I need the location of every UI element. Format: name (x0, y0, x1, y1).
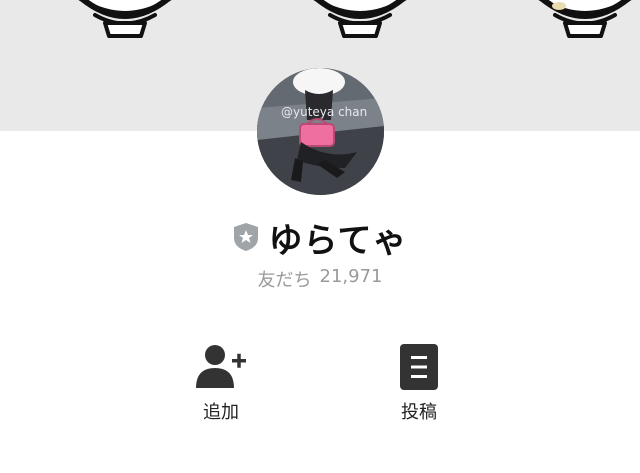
bowl-illustration (290, 0, 430, 45)
bowl-illustration (55, 0, 195, 45)
avatar-watermark-text: @yuteya chan (281, 105, 367, 119)
profile-avatar[interactable]: @yuteya chan (257, 68, 384, 195)
friends-count: 21,971 (319, 266, 383, 287)
shield-star-icon (233, 223, 258, 251)
add-friend-button[interactable]: 追加 (161, 340, 281, 424)
post-icon (400, 344, 438, 390)
friends-count-row[interactable]: 友だち 21,971 (0, 266, 640, 292)
add-friend-icon (196, 345, 246, 388)
bowl-illustration (515, 0, 640, 45)
profile-display-name: ゆらてゃ (268, 220, 408, 261)
friends-label: 友だち (257, 270, 312, 291)
profile-name-row: ゆらてゃ (0, 212, 640, 262)
post-button[interactable]: 投稿 (359, 340, 479, 424)
post-label: 投稿 (401, 402, 437, 423)
add-friend-label: 追加 (203, 402, 239, 423)
